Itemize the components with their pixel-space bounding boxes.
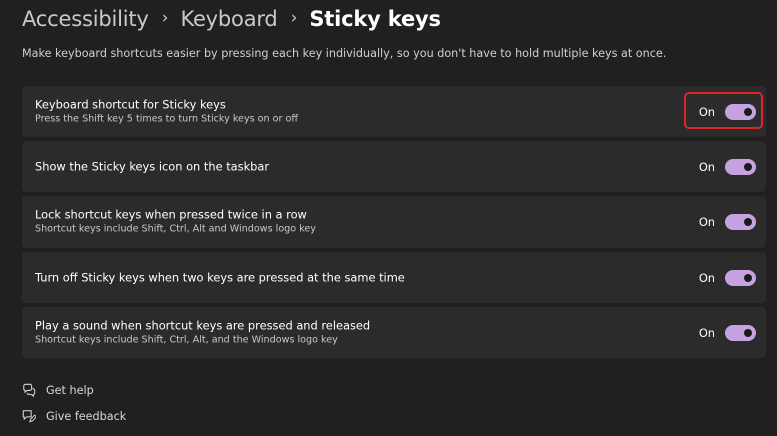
page-title: Sticky keys <box>309 7 441 31</box>
get-help-label: Get help <box>46 383 94 397</box>
settings-list: Keyboard shortcut for Sticky keys Press … <box>22 86 766 362</box>
breadcrumb: Accessibility › Keyboard › Sticky keys <box>22 4 441 34</box>
setting-text: Keyboard shortcut for Sticky keys Press … <box>35 97 298 126</box>
toggle-control: On <box>698 103 756 120</box>
toggle-control: On <box>698 158 756 175</box>
toggle-state-label: On <box>698 104 715 119</box>
setting-subtitle: Shortcut keys include Shift, Ctrl, Alt, … <box>35 334 338 345</box>
turn-off-sticky-toggle[interactable] <box>725 269 756 286</box>
breadcrumb-accessibility[interactable]: Accessibility <box>22 7 149 31</box>
setting-title: Show the Sticky keys icon on the taskbar <box>35 159 270 173</box>
setting-subtitle: Shortcut keys include Shift, Ctrl, Alt a… <box>35 223 316 235</box>
setting-row-taskbar-icon: Show the Sticky keys icon on the taskbar… <box>22 141 766 192</box>
play-sound-toggle[interactable] <box>725 324 756 341</box>
keyboard-shortcut-toggle[interactable] <box>725 103 756 120</box>
setting-text: Lock shortcut keys when pressed twice in… <box>35 208 316 237</box>
breadcrumb-chevron-icon: › <box>290 8 298 28</box>
toggle-control: On <box>698 324 756 341</box>
setting-title: Turn off Sticky keys when two keys are p… <box>35 270 405 284</box>
toggle-state-label: On <box>698 159 715 174</box>
toggle-state-label: On <box>698 270 715 285</box>
taskbar-icon-toggle[interactable] <box>725 158 756 175</box>
toggle-state-label: On <box>698 215 715 229</box>
help-chat-icon <box>23 383 36 397</box>
toggle-knob <box>744 162 752 171</box>
setting-row-lock-shortcut: Lock shortcut keys when pressed twice in… <box>22 196 766 248</box>
give-feedback-label: Give feedback <box>46 409 127 423</box>
setting-text: Play a sound when shortcut keys are pres… <box>35 318 370 347</box>
toggle-knob <box>744 218 752 226</box>
toggle-knob <box>744 328 752 337</box>
setting-row-keyboard-shortcut: Keyboard shortcut for Sticky keys Press … <box>22 86 766 137</box>
breadcrumb-chevron-icon: › <box>161 8 169 28</box>
breadcrumb-keyboard[interactable]: Keyboard <box>180 7 277 31</box>
give-feedback-link[interactable]: Give feedback <box>22 406 126 426</box>
lock-shortcut-toggle[interactable] <box>725 214 756 230</box>
toggle-control: On <box>699 214 756 230</box>
feedback-icon <box>22 410 36 423</box>
setting-subtitle: Press the Shift key 5 times to turn Stic… <box>35 113 299 124</box>
setting-title: Keyboard shortcut for Sticky keys <box>35 97 226 111</box>
get-help-link[interactable]: Get help <box>22 380 126 400</box>
page-description: Make keyboard shortcuts easier by pressi… <box>22 47 667 60</box>
toggle-knob <box>744 273 752 282</box>
footer-links: Get help Give feedback <box>22 380 126 432</box>
toggle-control: On <box>698 269 756 286</box>
toggle-state-label: On <box>698 325 715 340</box>
toggle-knob <box>744 107 752 116</box>
setting-row-play-sound: Play a sound when shortcut keys are pres… <box>22 307 766 358</box>
setting-row-turn-off: Turn off Sticky keys when two keys are p… <box>22 252 766 303</box>
setting-text: Show the Sticky keys icon on the taskbar <box>35 159 269 174</box>
settings-page: Accessibility › Keyboard › Sticky keys M… <box>0 0 777 436</box>
setting-title: Play a sound when shortcut keys are pres… <box>35 318 371 332</box>
setting-text: Turn off Sticky keys when two keys are p… <box>35 270 405 285</box>
setting-title: Lock shortcut keys when pressed twice in… <box>35 207 307 222</box>
